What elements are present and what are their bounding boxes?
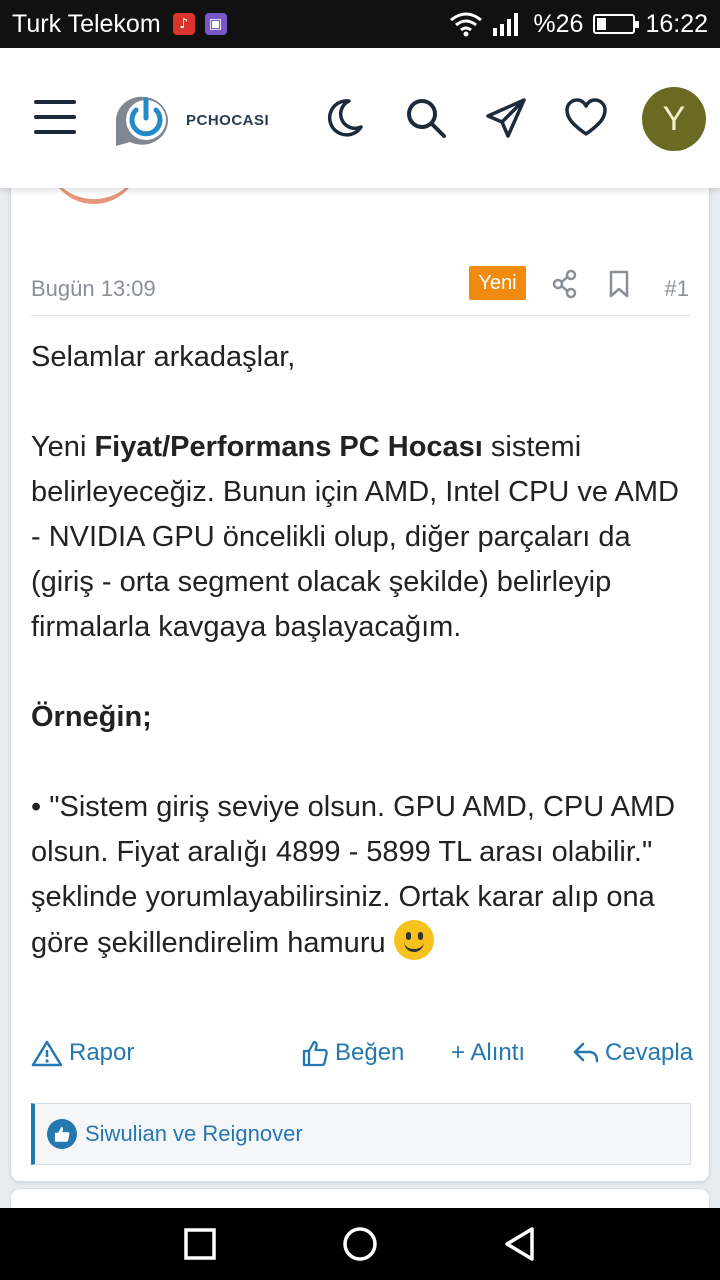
report-button[interactable]: Rapor xyxy=(31,1039,134,1067)
post-number[interactable]: #1 xyxy=(665,276,689,302)
home-icon[interactable] xyxy=(342,1226,378,1262)
post-card: Bugün 13:09 Yeni #1 Selamlar arkadaşlar,… xyxy=(10,150,710,1182)
back-icon[interactable] xyxy=(502,1226,538,1262)
like-reaction-icon xyxy=(47,1119,77,1149)
bookmark-icon[interactable] xyxy=(607,268,631,304)
wifi-icon xyxy=(450,12,483,37)
post-body: Selamlar arkadaşlar, Yeni Fiyat/Performa… xyxy=(31,335,691,966)
reply-icon xyxy=(573,1042,599,1063)
greeting-text: Selamlar arkadaşlar, xyxy=(31,341,296,373)
reply-button[interactable]: Cevapla xyxy=(573,1039,693,1067)
search-icon[interactable] xyxy=(404,96,448,140)
signal-icon xyxy=(493,13,519,36)
smiley-emoji-icon xyxy=(393,920,434,960)
user-avatar[interactable]: Y xyxy=(642,87,706,151)
menu-icon[interactable] xyxy=(34,100,76,134)
logo-text: PCHOCASI xyxy=(186,111,270,129)
gallery-app-icon: ▣ xyxy=(204,13,227,35)
bullet-text: • "Sistem giriş seviye olsun. GPU AMD, C… xyxy=(31,791,676,960)
share-icon[interactable] xyxy=(551,268,579,304)
clock: 16:22 xyxy=(645,9,708,38)
status-bar: Turk Telekom ♪ ▣ %26 16:22 xyxy=(0,0,720,48)
new-badge: Yeni xyxy=(469,266,526,300)
reactions-users[interactable]: Siwulian ve Reignover xyxy=(85,1121,303,1147)
warning-icon xyxy=(31,1040,63,1067)
moon-icon[interactable] xyxy=(322,96,366,140)
power-logo-icon xyxy=(115,96,168,146)
bold-system-name: Fiyat/Performans PC Hocası xyxy=(94,431,483,463)
carrier-name: Turk Telekom xyxy=(12,9,161,38)
battery-icon xyxy=(593,14,640,34)
heart-icon[interactable] xyxy=(564,96,608,140)
post-actions: Rapor Beğen + Alıntı Cevapla xyxy=(31,1039,693,1075)
send-icon[interactable] xyxy=(484,96,528,140)
site-header: PCHOCASI Y xyxy=(0,48,720,188)
quote-button[interactable]: + Alıntı xyxy=(451,1039,525,1067)
post-meta: Bugün 13:09 Yeni #1 xyxy=(31,266,691,316)
battery-fill xyxy=(597,18,607,30)
battery-percent: %26 xyxy=(533,9,584,38)
paragraph-intro: Yeni Fiyat/Performans PC Hocası sistemi … xyxy=(31,431,679,643)
example-heading: Örneğin; xyxy=(31,701,152,733)
music-app-icon: ♪ xyxy=(172,13,195,35)
site-logo[interactable]: PCHOCASI xyxy=(110,92,270,148)
system-nav-bar xyxy=(0,1208,720,1280)
thumbs-up-icon xyxy=(302,1040,328,1067)
reactions-bar[interactable]: Siwulian ve Reignover xyxy=(31,1103,691,1165)
recents-icon[interactable] xyxy=(182,1226,218,1262)
like-button[interactable]: Beğen xyxy=(301,1039,404,1067)
post-date[interactable]: Bugün 13:09 xyxy=(31,276,156,302)
